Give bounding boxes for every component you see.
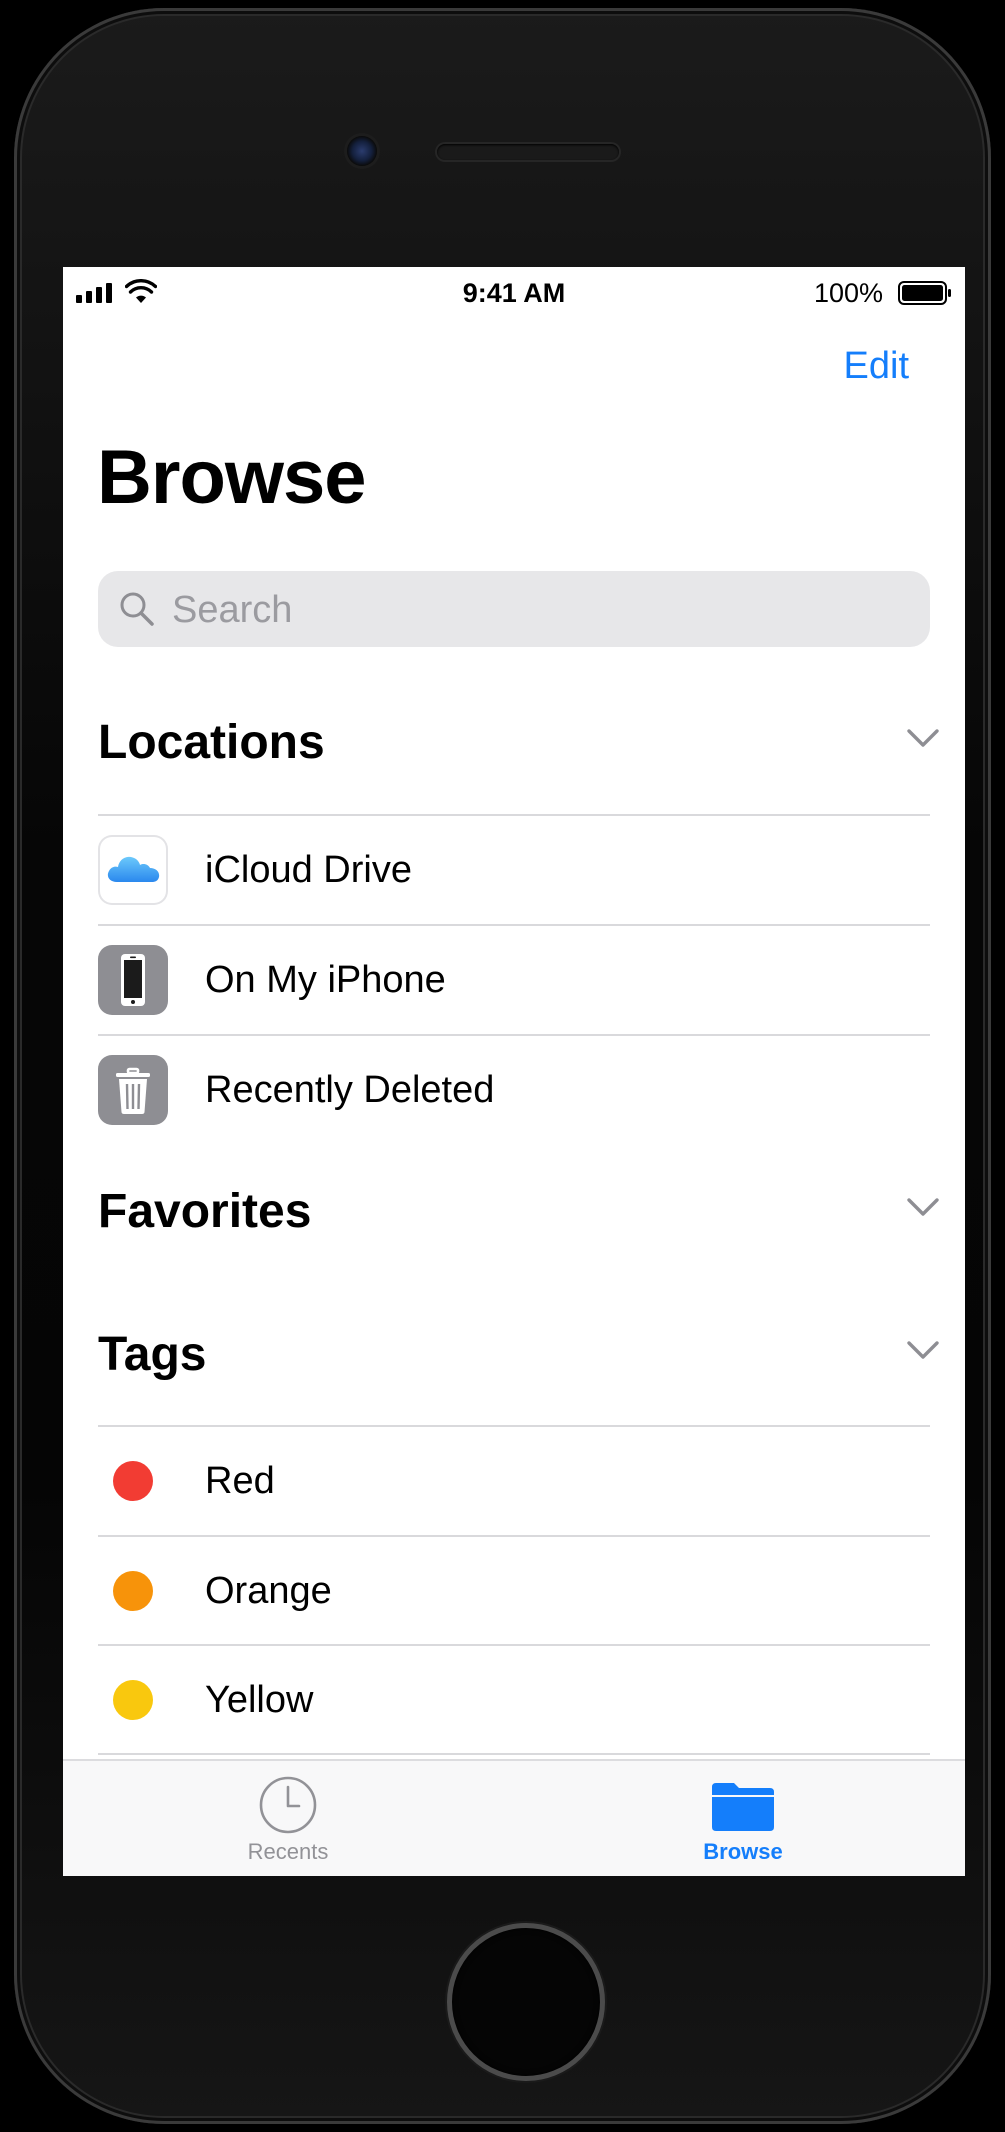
page-title: Browse [97, 435, 367, 520]
chevron-down-icon[interactable] [906, 1196, 940, 1218]
row-label: Red [205, 1460, 275, 1502]
chevron-down-icon[interactable] [906, 727, 940, 749]
location-item-icloud-drive[interactable]: iCloud Drive [98, 816, 930, 924]
row-label: On My iPhone [205, 959, 446, 1001]
favorites-section-header[interactable]: Favorites [98, 1174, 939, 1244]
status-bar: 9:41 AM 100% [63, 267, 965, 317]
edit-button[interactable]: Edit [844, 345, 909, 388]
tab-label: Browse [703, 1839, 783, 1864]
tag-item-red[interactable]: Red [98, 1427, 930, 1535]
row-label: Orange [205, 1570, 332, 1612]
tag-item-orange[interactable]: Orange [98, 1537, 930, 1645]
tab-label: Recents [247, 1839, 329, 1864]
tag-color-dot [113, 1680, 153, 1720]
battery-percentage: 100% [813, 278, 883, 308]
search-icon [120, 592, 154, 626]
locations-section-header[interactable]: Locations [98, 705, 939, 775]
location-item-on-my-iphone[interactable]: On My iPhone [98, 926, 930, 1034]
folder-icon [712, 1783, 774, 1831]
row-label: iCloud Drive [205, 849, 412, 891]
tag-color-dot [113, 1461, 153, 1501]
home-button[interactable] [447, 1923, 605, 2081]
location-item-recently-deleted[interactable]: Recently Deleted [98, 1036, 930, 1144]
earpiece-speaker [437, 144, 619, 160]
section-title: Locations [98, 716, 325, 769]
tab-browse[interactable]: Browse [593, 1761, 893, 1876]
tags-section-header[interactable]: Tags [98, 1317, 939, 1387]
tab-bar: Recents Browse [63, 1759, 965, 1876]
row-label: Yellow [205, 1679, 314, 1721]
clock-icon [259, 1776, 317, 1834]
section-title: Tags [98, 1328, 207, 1381]
section-title: Favorites [98, 1185, 312, 1238]
chevron-down-icon[interactable] [906, 1339, 940, 1361]
front-camera [347, 136, 377, 166]
divider [98, 1753, 930, 1755]
iphone-icon [98, 945, 168, 1015]
row-label: Recently Deleted [205, 1069, 495, 1111]
tab-recents[interactable]: Recents [138, 1761, 438, 1876]
search-bar[interactable] [98, 571, 930, 649]
screen: 9:41 AM 100% Edit Browse Locations [63, 267, 965, 1876]
battery-icon [898, 281, 951, 305]
icloud-icon [98, 835, 168, 905]
tag-item-yellow[interactable]: Yellow [98, 1646, 930, 1754]
search-input[interactable] [170, 571, 914, 649]
tag-color-dot [113, 1571, 153, 1611]
trash-icon [98, 1055, 168, 1125]
